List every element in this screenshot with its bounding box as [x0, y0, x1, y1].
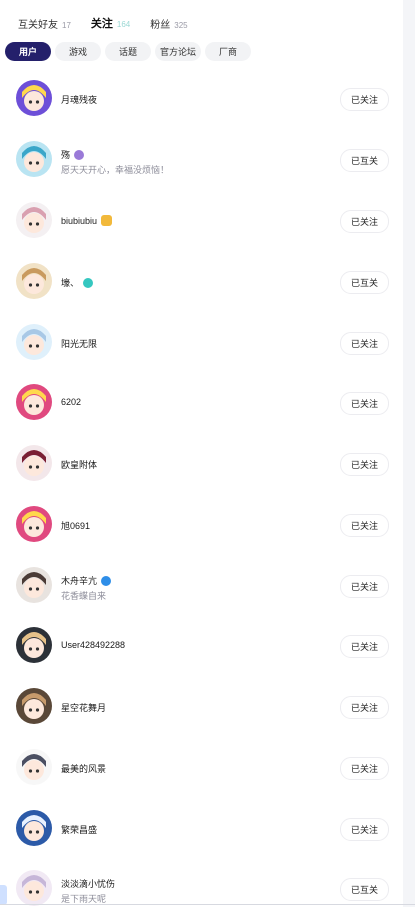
verified-badge-icon — [101, 575, 112, 586]
filter-chip-bar: 用户 游戏 话题 官方论坛 厂商 — [5, 42, 255, 61]
user-row[interactable]: 繁荣昌盛 已关注 — [0, 797, 403, 857]
verified-badge-icon — [83, 277, 94, 288]
user-row[interactable]: 殇愿天天开心，幸福没烦恼！ 已互关 — [0, 128, 403, 188]
user-avatar[interactable] — [16, 202, 52, 238]
tab-count: 17 — [62, 21, 71, 30]
user-name-text: 月魂残夜 — [61, 95, 98, 105]
tab-label: 粉丝 — [150, 20, 171, 31]
user-avatar[interactable] — [16, 567, 52, 603]
user-row[interactable]: 月魂残夜 已关注 — [0, 67, 403, 127]
filter-vendors[interactable]: 厂商 — [205, 42, 251, 61]
user-avatar[interactable] — [16, 810, 52, 846]
user-name[interactable]: 壕、 — [61, 276, 94, 289]
user-row[interactable]: biubiubiu 已关注 — [0, 189, 403, 249]
following-panel: 互关好友 17 关注 164 粉丝 325 用户 游戏 话题 官方论坛 厂商 月… — [0, 0, 403, 907]
user-row[interactable]: 欧皇附体 已关注 — [0, 432, 403, 492]
user-row[interactable]: 淡淡滴小忧伤 是下雨天呢 已互关 — [0, 857, 403, 917]
follow-status-button[interactable]: 已关注 — [340, 514, 389, 537]
user-name[interactable]: 木舟辛亢 — [61, 574, 112, 587]
user-name[interactable]: 星空花舞月 — [61, 701, 106, 714]
user-row[interactable]: User428492288 已关注 — [0, 614, 403, 674]
follow-status-button[interactable]: 已关注 — [340, 635, 389, 658]
follow-status-button[interactable]: 已关注 — [340, 332, 389, 355]
user-avatar[interactable] — [16, 506, 52, 542]
user-name-text: 最美的风景 — [61, 764, 107, 774]
verified-badge-icon — [74, 149, 85, 160]
bottom-divider — [0, 904, 415, 905]
user-name[interactable]: User428492288 — [61, 640, 125, 650]
side-drawer-handle[interactable] — [0, 885, 7, 905]
follow-status-button[interactable]: 已互关 — [340, 149, 389, 172]
user-avatar[interactable] — [16, 141, 52, 177]
filter-topics[interactable]: 话题 — [105, 42, 151, 61]
tab-count: 325 — [174, 21, 188, 30]
user-row[interactable]: 6202 已关注 — [0, 371, 403, 431]
user-row[interactable]: 星空花舞月 已关注 — [0, 675, 403, 735]
user-name[interactable]: 殇 — [61, 148, 85, 161]
filter-official-forums[interactable]: 官方论坛 — [155, 42, 201, 61]
user-row[interactable]: 旭0691 已关注 — [0, 493, 403, 553]
follow-status-button[interactable]: 已关注 — [340, 757, 389, 780]
user-name[interactable]: 月魂残夜 — [61, 93, 97, 106]
follow-status-button[interactable]: 已关注 — [340, 696, 389, 719]
user-avatar[interactable] — [16, 80, 52, 116]
user-name-text: 旭0691 — [61, 521, 91, 531]
user-name[interactable]: 最美的风景 — [61, 762, 106, 775]
user-avatar[interactable] — [16, 749, 52, 785]
user-name-text: 星空花舞月 — [61, 703, 107, 713]
user-avatar[interactable] — [16, 688, 52, 724]
user-name-text: biubiubiu — [61, 215, 98, 226]
user-name[interactable]: 阳光无限 — [61, 337, 97, 350]
tab-following[interactable]: 关注 164 — [90, 15, 131, 33]
user-avatar[interactable] — [16, 263, 52, 299]
user-avatar[interactable] — [16, 445, 52, 481]
follow-status-button[interactable]: 已关注 — [340, 575, 389, 598]
tab-bar: 互关好友 17 关注 164 粉丝 325 — [18, 11, 208, 33]
follow-status-button[interactable]: 已互关 — [340, 878, 389, 901]
user-name-text: 殇 — [61, 150, 71, 160]
follow-status-button[interactable]: 已关注 — [340, 818, 389, 841]
user-avatar[interactable] — [16, 870, 52, 906]
user-row[interactable]: 阳光无限 已关注 — [0, 311, 403, 371]
user-name[interactable]: 淡淡滴小忧伤 — [61, 877, 115, 890]
user-row[interactable]: 木舟辛亢花香蝶自来 已关注 — [0, 554, 403, 614]
follow-status-button[interactable]: 已互关 — [340, 271, 389, 294]
tab-label: 关注 — [90, 18, 113, 30]
user-name[interactable]: biubiubiu — [61, 215, 113, 226]
follow-status-button[interactable]: 已关注 — [340, 453, 389, 476]
user-name-text: User428492288 — [61, 640, 126, 650]
user-name[interactable]: 旭0691 — [61, 519, 90, 532]
user-row[interactable]: 最美的风景 已关注 — [0, 736, 403, 796]
user-name[interactable]: 6202 — [61, 397, 81, 407]
user-name-text: 木舟辛亢 — [61, 576, 98, 586]
user-name-text: 繁荣昌盛 — [61, 825, 98, 835]
user-name-text: 阳光无限 — [61, 339, 98, 349]
user-signature: 愿天天开心，幸福没烦恼！ — [61, 165, 170, 175]
filter-games[interactable]: 游戏 — [55, 42, 101, 61]
follow-status-button[interactable]: 已关注 — [340, 210, 389, 233]
user-name-text: 欧皇附体 — [61, 460, 98, 470]
user-avatar[interactable] — [16, 384, 52, 420]
user-name-text: 淡淡滴小忧伤 — [61, 879, 116, 889]
user-name[interactable]: 欧皇附体 — [61, 458, 97, 471]
user-name[interactable]: 繁荣昌盛 — [61, 823, 97, 836]
tab-count: 164 — [116, 20, 131, 29]
tab-fans[interactable]: 粉丝 325 — [150, 16, 187, 31]
user-row[interactable]: 壕、 已互关 — [0, 250, 403, 310]
follow-status-button[interactable]: 已关注 — [340, 392, 389, 415]
filter-users[interactable]: 用户 — [5, 42, 51, 61]
tab-mutual-friends[interactable]: 互关好友 17 — [18, 16, 71, 31]
user-avatar[interactable] — [16, 324, 52, 360]
tab-label: 互关好友 — [18, 20, 58, 31]
user-name-text: 6202 — [61, 397, 82, 407]
user-avatar[interactable] — [16, 627, 52, 663]
user-name-text: 壕、 — [61, 278, 80, 288]
user-signature: 花香蝶自来 — [61, 591, 107, 601]
emoji-icon — [101, 215, 113, 226]
follow-status-button[interactable]: 已关注 — [340, 88, 389, 111]
